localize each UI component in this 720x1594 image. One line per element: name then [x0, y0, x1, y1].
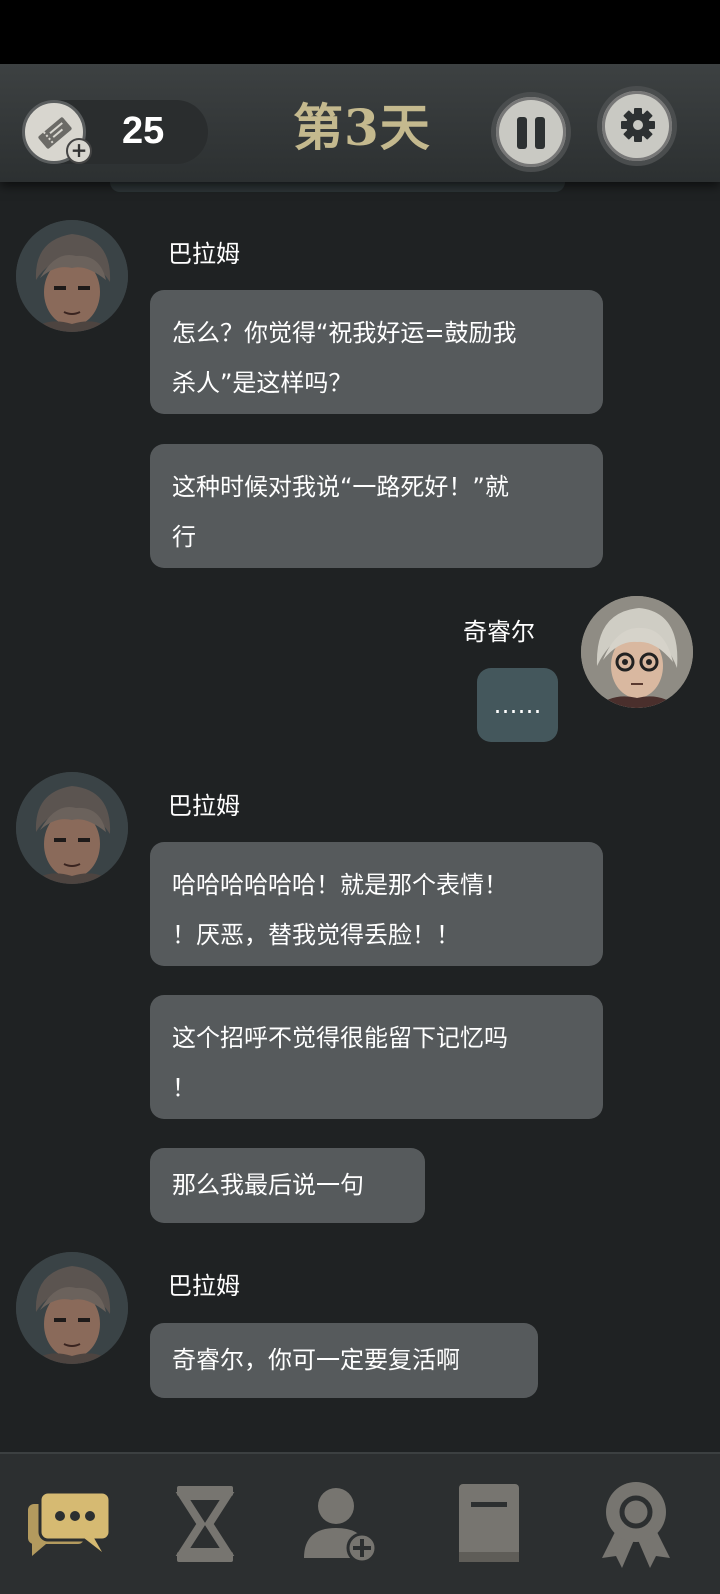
settings-button[interactable] [597, 86, 677, 166]
speaker-name: 巴拉姆 [168, 1272, 240, 1300]
message-bubble[interactable]: 那么我最后说一句 [150, 1148, 425, 1223]
avatar-balam[interactable] [16, 772, 128, 884]
speaker-name: 奇睿尔 [463, 618, 535, 646]
kirel-portrait [581, 596, 693, 708]
chat-log[interactable]: 巴拉姆 怎么？你觉得“祝我好运=鼓励我 杀人”是这样吗？ 这种时候对我说“一路死… [0, 182, 720, 1452]
avatar-kirel[interactable] [581, 596, 693, 708]
balam-portrait [16, 1252, 128, 1364]
day-title: 第3天 [293, 98, 431, 157]
nav-add-person-button[interactable] [290, 1474, 390, 1574]
balam-portrait [16, 220, 128, 332]
balam-portrait [16, 772, 128, 884]
top-bar: + 25 第3天 [0, 64, 720, 182]
message-bubble[interactable]: 这种时候对我说“一路死好！”就 行 [150, 444, 603, 568]
pause-button[interactable] [491, 92, 571, 172]
add-ticket-icon[interactable]: + [66, 138, 92, 164]
ticket-count: 25 [122, 110, 165, 152]
message-bubble[interactable]: 怎么？你觉得“祝我好运=鼓励我 杀人”是这样吗？ [150, 290, 603, 414]
speaker-name: 巴拉姆 [168, 792, 240, 820]
book-icon [459, 1484, 519, 1562]
message-bubble[interactable]: 奇睿尔，你可一定要复活啊 [150, 1323, 538, 1398]
nav-award-button[interactable] [586, 1474, 686, 1574]
gear-icon [621, 108, 655, 142]
nav-hourglass-button[interactable] [155, 1474, 255, 1574]
ticket-counter[interactable]: + 25 [22, 100, 208, 164]
chat-icon [28, 1490, 112, 1556]
message-bubble[interactable]: 这个招呼不觉得很能留下记忆吗 ！ [150, 995, 603, 1119]
award-icon [602, 1482, 670, 1568]
speaker-name: 巴拉姆 [168, 240, 240, 268]
nav-chat-button[interactable] [22, 1474, 122, 1574]
add-person-icon [304, 1488, 378, 1564]
status-bar [0, 0, 720, 64]
pause-icon [517, 117, 527, 149]
hourglass-icon [175, 1486, 235, 1562]
message-bubble[interactable]: 哈哈哈哈哈哈！就是那个表情！ ！厌恶，替我觉得丢脸！！ [150, 842, 603, 966]
nav-book-button[interactable] [439, 1474, 539, 1574]
avatar-balam[interactable] [16, 220, 128, 332]
message-bubble-self[interactable]: …… [477, 668, 558, 742]
avatar-balam[interactable] [16, 1252, 128, 1364]
bottom-nav [0, 1452, 720, 1594]
